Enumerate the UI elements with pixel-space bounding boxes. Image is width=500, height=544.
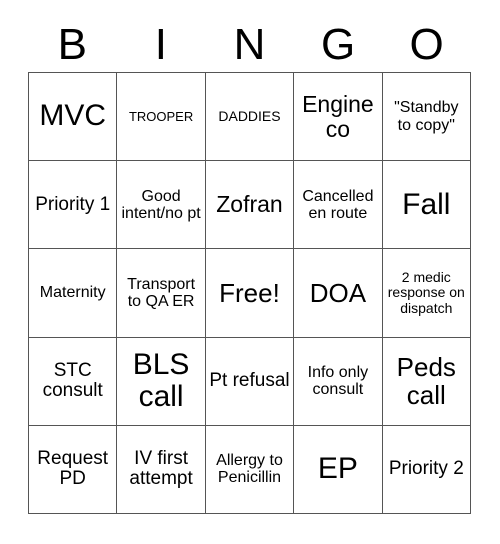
bingo-cell[interactable]: Request PD (29, 425, 118, 514)
bingo-cell[interactable]: 2 medic response on dispatch (382, 249, 471, 338)
bingo-cell[interactable]: Allergy to Penicillin (205, 425, 295, 514)
bingo-cell-label: DOA (309, 277, 367, 308)
bingo-cell[interactable]: Info only consult (294, 337, 383, 426)
bingo-cell[interactable]: Cancelled en route (294, 161, 383, 250)
bingo-cell[interactable]: MVC (29, 73, 118, 162)
bingo-cell-label: Pt refusal (209, 369, 290, 391)
bingo-cell-label: Maternity (39, 284, 106, 302)
bingo-cell-label: Free! (219, 277, 280, 308)
bingo-cell-label: Zofran (216, 191, 283, 218)
bingo-cell-label: Engine co (302, 90, 374, 142)
bingo-cell[interactable]: IV first attempt (117, 425, 206, 514)
bingo-cell[interactable]: Priority 1 (29, 161, 118, 250)
bingo-card: B I N G O MVC TROOPER DADDIES Engine co "Sta… (0, 0, 500, 544)
bingo-cell-label: EP (317, 452, 358, 486)
bingo-cell-label: TROOPER (128, 108, 194, 124)
bingo-cell-label: Good intent/no pt (121, 187, 201, 222)
bingo-cell-label: Cancelled en route (302, 187, 374, 222)
bingo-cell-label: 2 medic response on dispatch (387, 269, 465, 316)
bingo-cell-label: DADDIES (218, 108, 281, 125)
bingo-cell[interactable]: DADDIES (205, 73, 295, 162)
bingo-cell[interactable]: DOA (294, 249, 383, 338)
bingo-header: B I N G O (28, 18, 471, 72)
bingo-cell-label: Request PD (37, 447, 109, 490)
bingo-cell-label: Info only consult (307, 363, 369, 399)
bingo-cell[interactable]: "Standby to copy" (382, 73, 471, 162)
bingo-cell-label: IV first attempt (129, 447, 193, 490)
header-letter-i: I (154, 20, 167, 69)
bingo-cell[interactable]: STC consult (29, 337, 118, 426)
bingo-cell-label: "Standby to copy" (394, 99, 459, 134)
bingo-cell[interactable]: Engine co (294, 73, 383, 162)
header-letter-n: N (233, 20, 266, 69)
header-letter-g: G (320, 20, 356, 69)
bingo-cell-label: Peds call (396, 352, 456, 411)
bingo-cell-label: BLS call (132, 347, 190, 414)
bingo-cell-label: Priority 1 (35, 193, 111, 215)
bingo-cell-label: Priority 2 (388, 458, 464, 480)
bingo-cell[interactable]: Priority 2 (382, 425, 471, 514)
bingo-cell[interactable]: BLS call (117, 337, 206, 426)
bingo-cell[interactable]: Maternity (29, 249, 118, 338)
bingo-cell-label: Transport to QA ER (127, 275, 196, 310)
bingo-cell[interactable]: TROOPER (117, 73, 206, 162)
bingo-grid: MVC TROOPER DADDIES Engine co "Standby to co… (28, 72, 471, 514)
bingo-cell[interactable]: Peds call (382, 337, 471, 426)
bingo-cell[interactable]: Pt refusal (205, 337, 295, 426)
bingo-cell[interactable]: Good intent/no pt (117, 161, 206, 250)
header-letter-o: O (409, 20, 444, 69)
bingo-cell-label: Allergy to Penicillin (216, 452, 283, 487)
header-letter-b: B (57, 20, 87, 69)
bingo-cell[interactable]: Transport to QA ER (117, 249, 206, 338)
bingo-cell[interactable]: Zofran (205, 161, 295, 250)
bingo-cell[interactable]: Free! (205, 249, 295, 338)
bingo-cell-label: MVC (39, 99, 107, 133)
bingo-cell[interactable]: EP (294, 425, 383, 514)
bingo-cell-label: Fall (402, 187, 451, 221)
bingo-cell-label: STC consult (42, 359, 103, 402)
bingo-cell[interactable]: Fall (382, 161, 471, 250)
